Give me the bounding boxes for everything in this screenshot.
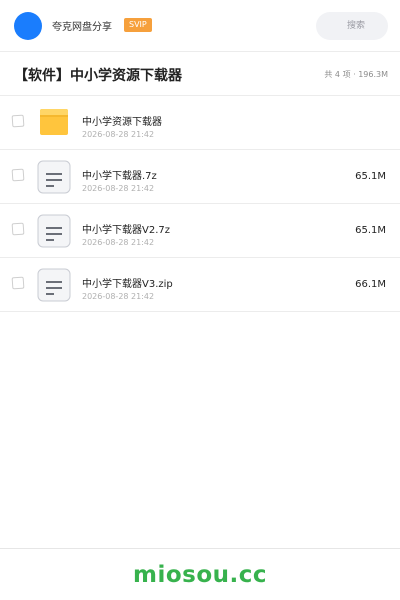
- file-name[interactable]: 中小学下载器.7z: [82, 167, 157, 182]
- file-date: 2026-08-28 21:42: [82, 238, 155, 247]
- file-date: 2026-08-28 21:42: [82, 292, 155, 301]
- avatar[interactable]: [14, 12, 42, 40]
- user-name[interactable]: 夸克网盘分享: [52, 18, 112, 33]
- file-size: 65.1M: [355, 171, 386, 182]
- folder-icon: [40, 109, 68, 135]
- row-checkbox[interactable]: [11, 222, 25, 236]
- file-row[interactable]: 中小学下载器.7z 2026-08-28 21:42 65.1M: [0, 150, 400, 204]
- file-date: 2026-08-28 21:42: [82, 184, 155, 193]
- file-date: 2026-08-28 21:42: [82, 130, 155, 139]
- file-row[interactable]: 中小学下载器V2.7z 2026-08-28 21:42 65.1M: [0, 204, 400, 258]
- watermark: miosou.cc: [132, 562, 268, 588]
- svip-badge: SVIP: [124, 18, 152, 32]
- share-page: 夸克网盘分享 SVIP 搜索 【软件】中小学资源下载器 共 4 项 · 196.…: [0, 0, 400, 600]
- file-row-folder[interactable]: 中小学资源下载器 2026-08-28 21:42: [0, 96, 400, 150]
- archive-file-icon: [37, 214, 71, 248]
- file-size: 65.1M: [355, 225, 386, 236]
- row-checkbox[interactable]: [11, 276, 25, 290]
- archive-file-icon: [37, 268, 71, 302]
- header: 夸克网盘分享 SVIP 搜索: [0, 0, 400, 52]
- footer-divider: [0, 548, 400, 549]
- file-size: 66.1M: [355, 279, 386, 290]
- file-name[interactable]: 中小学下载器V3.zip: [82, 275, 173, 290]
- file-name[interactable]: 中小学下载器V2.7z: [82, 221, 170, 236]
- folder-summary: 共 4 项 · 196.3M: [324, 70, 388, 79]
- row-checkbox[interactable]: [11, 114, 25, 128]
- archive-file-icon: [37, 160, 71, 194]
- file-row[interactable]: 中小学下载器V3.zip 2026-08-28 21:42 66.1M: [0, 258, 400, 312]
- row-checkbox[interactable]: [11, 168, 25, 182]
- folder-title: 【软件】中小学资源下载器: [14, 68, 182, 84]
- search-button[interactable]: 搜索: [316, 12, 388, 40]
- file-name[interactable]: 中小学资源下载器: [82, 113, 162, 128]
- folder-title-bar: 【软件】中小学资源下载器 共 4 项 · 196.3M: [0, 52, 400, 96]
